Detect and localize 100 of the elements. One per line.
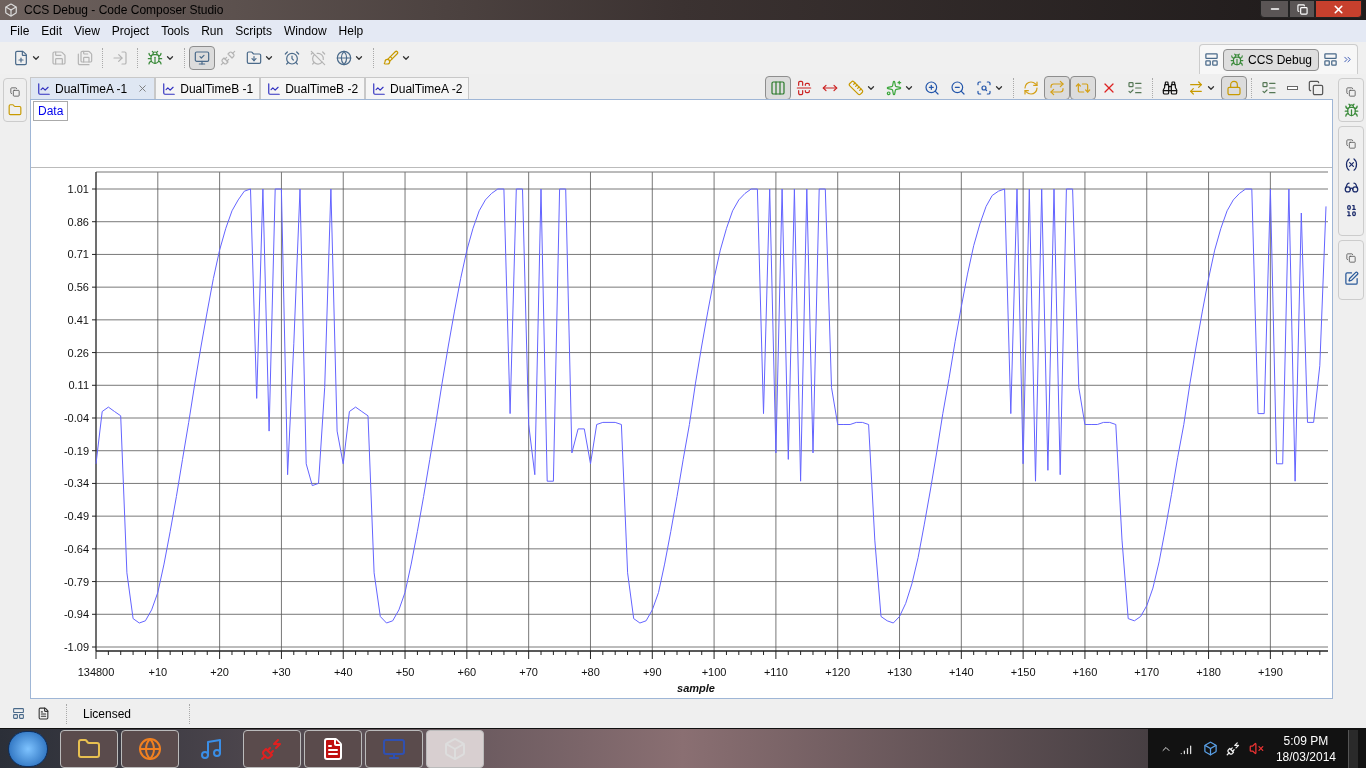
x-tick-label: +150 bbox=[1010, 666, 1036, 678]
bug-icon[interactable] bbox=[1343, 103, 1359, 118]
document-icon bbox=[321, 736, 345, 761]
brush-icon bbox=[383, 50, 399, 66]
bug-icon bbox=[147, 50, 163, 66]
y-tick-label: -0.49 bbox=[63, 510, 89, 523]
menu-item[interactable]: Tools bbox=[155, 22, 196, 40]
y-tick-label: 0.41 bbox=[67, 313, 89, 326]
fast-view-icon[interactable] bbox=[12, 707, 25, 720]
x-tick-label: +160 bbox=[1072, 666, 1098, 678]
close-icon[interactable] bbox=[137, 83, 149, 94]
clock-date: 18/03/2014 bbox=[1275, 748, 1336, 765]
refresh-icon bbox=[1023, 79, 1039, 96]
y-tick-label: 0.56 bbox=[67, 281, 89, 294]
align-icon bbox=[796, 79, 812, 96]
plug-icon bbox=[220, 50, 236, 66]
maximize-button[interactable] bbox=[1289, 0, 1315, 18]
y-tick-label: -0.79 bbox=[63, 575, 89, 588]
close-icon bbox=[1332, 2, 1345, 16]
perspective-button[interactable]: CCS Debug bbox=[1222, 48, 1319, 71]
graph-icon bbox=[372, 81, 387, 96]
restore-icon[interactable] bbox=[10, 87, 20, 97]
binoculars-icon bbox=[1162, 79, 1178, 96]
editor-tab[interactable]: DualTimeA -2 bbox=[365, 77, 470, 99]
sphere-icon bbox=[336, 50, 352, 66]
restore-icon bbox=[1308, 79, 1324, 96]
x-tick-label: +110 bbox=[763, 666, 788, 678]
editor-tab[interactable]: DualTimeB -1 bbox=[155, 77, 261, 99]
restore-icon[interactable] bbox=[1346, 253, 1356, 263]
open-perspective-icon[interactable] bbox=[1203, 52, 1219, 67]
taskbar-button[interactable] bbox=[243, 729, 301, 768]
x-tick-label: +40 bbox=[333, 666, 353, 678]
menu-item[interactable]: Window bbox=[277, 22, 333, 40]
menu-item[interactable]: Edit bbox=[35, 22, 69, 40]
editor-tab[interactable]: DualTimeA -1 bbox=[30, 77, 156, 99]
x-tick-label: +190 bbox=[1258, 666, 1283, 678]
x-tick-label: 134800 bbox=[77, 666, 115, 678]
start-button[interactable] bbox=[8, 730, 48, 767]
caret-icon bbox=[264, 53, 274, 63]
close-button[interactable] bbox=[1315, 0, 1362, 18]
taskbar-button[interactable] bbox=[365, 729, 423, 768]
taskbar-button[interactable] bbox=[304, 729, 362, 768]
monitor-icon bbox=[194, 50, 210, 66]
clock-off-icon bbox=[310, 50, 326, 66]
lock-icon bbox=[1226, 79, 1242, 96]
minimize-button[interactable] bbox=[1260, 0, 1289, 18]
menu-item[interactable]: Project bbox=[105, 22, 156, 40]
minimize-icon bbox=[1287, 85, 1298, 90]
folder-icon bbox=[77, 736, 101, 761]
variable-icon[interactable] bbox=[1343, 157, 1359, 172]
menu-item[interactable]: View bbox=[68, 22, 106, 40]
editor-tab[interactable]: DualTimeB -2 bbox=[260, 77, 366, 99]
restore-icon[interactable] bbox=[1346, 139, 1356, 149]
graph-icon bbox=[37, 81, 51, 96]
more-icon[interactable] bbox=[1342, 54, 1353, 65]
x-tick-label: +100 bbox=[701, 666, 727, 678]
window-title: CCS Debug - Code Composer Studio bbox=[24, 2, 224, 19]
y-tick-label: 0.86 bbox=[67, 215, 89, 228]
edit-icon[interactable] bbox=[1343, 271, 1359, 286]
x-tick-label: +30 bbox=[272, 666, 291, 678]
x-tick-label: +180 bbox=[1196, 666, 1221, 678]
y-tick-label: -0.94 bbox=[63, 608, 89, 621]
menu-item[interactable]: Run bbox=[195, 22, 230, 40]
document-icon[interactable] bbox=[37, 707, 50, 720]
star-icon bbox=[886, 79, 902, 96]
restore-icon[interactable] bbox=[1346, 87, 1356, 97]
arrows-icon bbox=[1188, 79, 1204, 96]
x-tick-label: +170 bbox=[1134, 666, 1160, 678]
ruler-icon bbox=[848, 79, 864, 96]
menu-item[interactable]: Scripts bbox=[229, 22, 278, 40]
y-tick-label: 0.26 bbox=[67, 346, 89, 359]
clock-icon bbox=[284, 50, 300, 66]
x-tick-label: +10 bbox=[148, 666, 168, 678]
folder-icon[interactable] bbox=[8, 103, 22, 117]
x-tick-label: +80 bbox=[581, 666, 600, 678]
volume-muted-icon[interactable] bbox=[1248, 741, 1264, 756]
graph-icon bbox=[162, 81, 177, 96]
perspective-icon[interactable] bbox=[1323, 52, 1338, 67]
taskbar-button[interactable] bbox=[60, 729, 118, 768]
y-tick-label: 1.01 bbox=[67, 183, 89, 195]
caret-icon bbox=[165, 53, 175, 63]
x-tick-label: +120 bbox=[825, 666, 851, 678]
clock-time: 5:09 PM bbox=[1283, 732, 1329, 749]
x-tick-label: +50 bbox=[395, 666, 415, 678]
taskbar-button[interactable] bbox=[426, 729, 484, 768]
taskbar-button[interactable] bbox=[121, 729, 179, 768]
glasses-icon[interactable] bbox=[1343, 180, 1359, 195]
x-tick-label: +20 bbox=[210, 666, 229, 678]
graph-icon bbox=[267, 81, 282, 96]
y-tick-label: -0.04 bbox=[63, 412, 89, 424]
box-icon[interactable] bbox=[1202, 741, 1218, 756]
view-tab[interactable]: Data bbox=[33, 101, 69, 121]
bug-icon bbox=[1229, 52, 1244, 67]
menu-item[interactable]: File bbox=[4, 22, 36, 40]
y-tick-label: -0.64 bbox=[63, 542, 89, 555]
list-icon bbox=[1127, 79, 1143, 96]
menu-item[interactable]: Help bbox=[332, 22, 370, 40]
show-desktop-button[interactable] bbox=[1348, 729, 1358, 768]
power-icon[interactable] bbox=[1225, 741, 1241, 756]
folder-download-icon bbox=[246, 50, 262, 66]
